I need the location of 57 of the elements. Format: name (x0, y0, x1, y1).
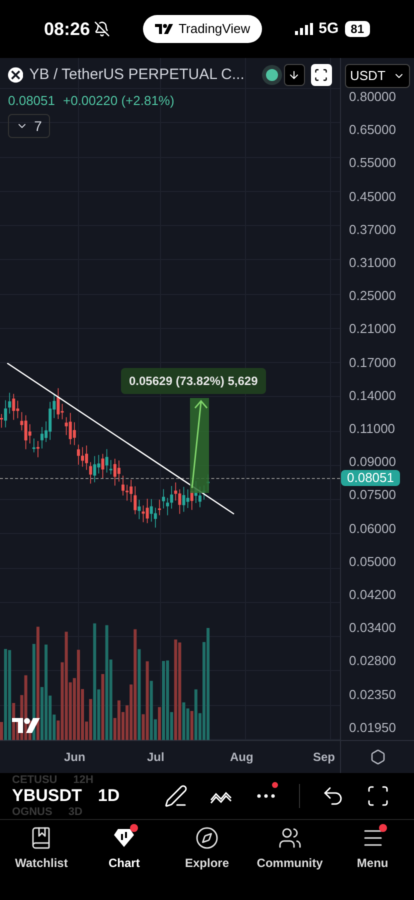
time-label: Aug (230, 749, 254, 766)
signal-icon (294, 23, 313, 35)
pen-icon[interactable] (164, 784, 188, 808)
time-label: Sep (313, 749, 336, 766)
layout-button[interactable] (310, 64, 332, 86)
price-label: 0.21000 (349, 322, 397, 336)
price-label: 0.11000 (349, 422, 396, 436)
price-label: 0.31000 (349, 256, 397, 270)
clock-time: 08:26 (44, 18, 90, 40)
price-label: 0.45000 (349, 190, 397, 204)
nav-tab[interactable]: Watchlist (0, 826, 83, 900)
price-label: 0.55000 (349, 156, 397, 170)
price-label: 0.37000 (349, 222, 397, 237)
price-label: 0.01950 (349, 720, 397, 735)
price-label: 0.06000 (349, 522, 397, 536)
time-label: Jun (64, 749, 86, 766)
current-price-badge: 0.08051 (341, 470, 400, 486)
settings-icon[interactable] (370, 749, 386, 765)
nav-tab[interactable]: Explore (166, 826, 248, 900)
last-price: 0.08051 (8, 92, 55, 110)
price-label: 0.04200 (349, 588, 397, 602)
app-pill[interactable]: TradingView (142, 15, 262, 43)
logo-icon (154, 24, 173, 34)
coin-logo-icon (8, 67, 24, 84)
price-label: 0.17000 (349, 356, 397, 370)
arrow-down-icon (288, 69, 300, 82)
time-label: Jul (147, 749, 164, 766)
measure-label: 0.05629 (73.82%) 5,629 (121, 368, 266, 394)
nav-tab[interactable]: Community (248, 826, 332, 900)
bell-off-icon (94, 21, 110, 37)
symbol-title[interactable]: YB / TetherUS PERPETUAL C... (29, 64, 244, 86)
nav-tab[interactable]: Chart (82, 826, 166, 900)
battery-level: 81 (344, 21, 370, 37)
currency-dropdown[interactable]: USDT (345, 64, 410, 88)
price-label: 0.02350 (349, 688, 397, 702)
download-button[interactable] (284, 64, 305, 86)
price-label: 0.03400 (349, 621, 397, 636)
price-label: 0.05000 (349, 554, 397, 569)
tradingview-logo (12, 718, 40, 733)
compass-icon (194, 826, 219, 850)
price-change: +0.00220 (+2.81%) (63, 92, 174, 110)
price-label: 0.02800 (349, 654, 397, 668)
price-label: 0.09000 (349, 455, 397, 470)
frame-icon (314, 68, 328, 82)
symbol-selector[interactable]: YBUSDT (12, 786, 82, 806)
price-label: 0.14000 (349, 388, 397, 403)
price-label: 0.25000 (349, 289, 397, 304)
indicators-toggle[interactable]: 7 (8, 114, 50, 138)
price-label: 0.07500 (349, 488, 397, 502)
price-label: 0.65000 (349, 123, 397, 138)
price-label: 0.80000 (349, 90, 397, 104)
people-icon (278, 826, 302, 850)
network-type: 5G (318, 18, 339, 39)
fullscreen-icon[interactable] (366, 784, 390, 808)
interval-selector[interactable]: 1D (98, 786, 120, 806)
nav-tab[interactable]: Menu (331, 826, 414, 900)
app-name: TradingView (178, 20, 250, 38)
